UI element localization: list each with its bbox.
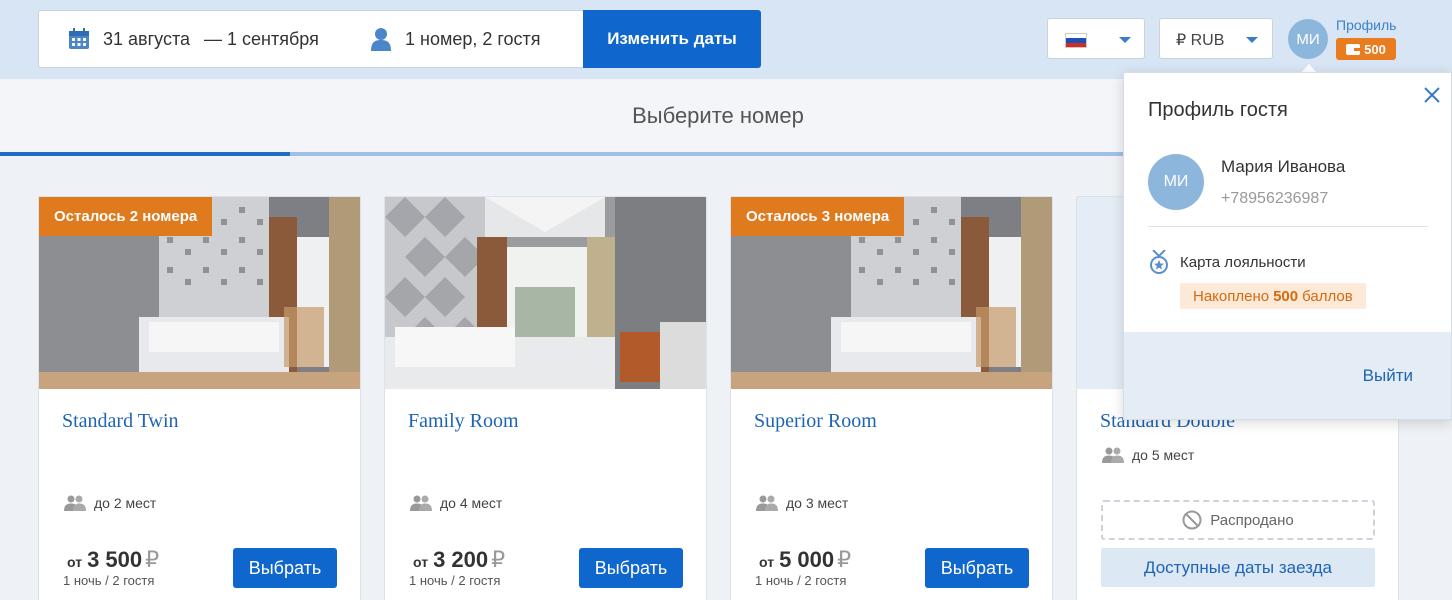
close-icon[interactable] bbox=[1422, 85, 1442, 105]
price-amount: 3 200 bbox=[433, 547, 489, 572]
guests-label: 1 номер, 2 гостя bbox=[405, 28, 541, 49]
user-avatar[interactable]: МИ bbox=[1288, 19, 1328, 59]
room-price: от 5 000 ₽ bbox=[759, 547, 851, 573]
room-capacity: до 4 мест bbox=[410, 495, 502, 511]
ruble-sign: ₽ bbox=[491, 547, 506, 572]
guest-name: Мария Иванова bbox=[1221, 157, 1346, 176]
price-amount: 3 500 bbox=[87, 547, 143, 572]
user-icon bbox=[371, 28, 391, 51]
nights-guests-label: 1 ночь / 2 гостя bbox=[63, 573, 155, 588]
check-in-date: 31 августа bbox=[103, 28, 191, 49]
wallet-icon bbox=[1346, 44, 1361, 55]
room-price: от 3 500 ₽ bbox=[67, 547, 159, 573]
people-icon bbox=[64, 495, 86, 511]
room-name[interactable]: Standard Twin bbox=[62, 410, 179, 433]
room-name[interactable]: Family Room bbox=[408, 410, 519, 433]
chevron-down-icon bbox=[1119, 37, 1131, 43]
room-photo[interactable]: Осталось 3 номера bbox=[731, 197, 1052, 389]
ruble-sign: ₽ bbox=[145, 547, 160, 572]
popup-footer: Выйти bbox=[1124, 332, 1451, 419]
capacity-label: до 5 мест bbox=[1132, 447, 1195, 463]
room-price: от 3 200 ₽ bbox=[413, 547, 505, 573]
people-icon bbox=[1102, 447, 1124, 463]
select-room-button[interactable]: Выбрать bbox=[233, 548, 337, 588]
prohibited-icon bbox=[1182, 510, 1202, 530]
price-from-label: от bbox=[67, 554, 83, 570]
room-capacity: до 2 мест bbox=[64, 495, 156, 511]
sold-out-label: Распродано bbox=[1210, 511, 1294, 529]
change-dates-button[interactable]: Изменить даты bbox=[583, 10, 761, 68]
select-room-button[interactable]: Выбрать bbox=[925, 548, 1029, 588]
accumulated-suffix: баллов bbox=[1302, 287, 1353, 305]
select-room-button[interactable]: Выбрать bbox=[579, 548, 683, 588]
room-capacity: до 5 мест bbox=[1102, 447, 1194, 463]
guests-selector[interactable]: 1 номер, 2 гостя bbox=[371, 11, 541, 67]
sold-out-status: Распродано bbox=[1101, 500, 1375, 540]
accumulated-points-badge: Накоплено 500 баллов bbox=[1180, 283, 1366, 309]
price-from-label: от bbox=[759, 554, 775, 570]
logout-link[interactable]: Выйти bbox=[1363, 366, 1413, 386]
room-card-standard-twin: Осталось 2 номера Standard Twin до 2 мес… bbox=[38, 196, 361, 600]
guest-phone: +78956236987 bbox=[1221, 190, 1329, 207]
medal-icon bbox=[1150, 250, 1168, 274]
capacity-label: до 4 мест bbox=[440, 495, 503, 511]
accumulated-points: 500 bbox=[1273, 287, 1299, 305]
points-value: 500 bbox=[1364, 41, 1386, 57]
points-badge[interactable]: 500 bbox=[1336, 38, 1396, 60]
language-select[interactable] bbox=[1047, 18, 1145, 59]
loyalty-label: Карта лояльности bbox=[1180, 253, 1306, 271]
available-dates-button[interactable]: Доступные даты заезда bbox=[1101, 548, 1375, 587]
top-bar: 31 августа — 1 сентября 1 номер, 2 гостя… bbox=[0, 0, 1452, 79]
rooms-left-badge: Осталось 3 номера bbox=[731, 197, 905, 236]
room-name[interactable]: Superior Room bbox=[754, 410, 877, 433]
capacity-label: до 3 мест bbox=[786, 495, 849, 511]
room-photo[interactable] bbox=[385, 197, 706, 389]
chevron-down-icon bbox=[1246, 37, 1258, 43]
room-capacity: до 3 мест bbox=[756, 495, 848, 511]
currency-label: ₽ RUB bbox=[1176, 32, 1225, 49]
room-card-superior-room: Осталось 3 номера Superior Room до 3 мес… bbox=[730, 196, 1053, 600]
room-photo[interactable]: Осталось 2 номера bbox=[39, 197, 360, 389]
people-icon bbox=[410, 495, 432, 511]
popup-title: Профиль гостя bbox=[1148, 99, 1288, 121]
date-range-selector[interactable]: 31 августа — 1 сентября bbox=[67, 11, 319, 67]
guest-profile-popup: Профиль гостя МИ Мария Иванова +78956236… bbox=[1123, 72, 1452, 420]
nights-guests-label: 1 ночь / 2 гостя bbox=[755, 573, 847, 588]
room-card-family-room: Family Room до 4 мест от 3 200 ₽ 1 ночь … bbox=[384, 196, 707, 600]
accumulated-prefix: Накоплено bbox=[1193, 287, 1270, 305]
loyalty-card-row: Карта лояльности bbox=[1148, 250, 1306, 274]
avatar: МИ bbox=[1148, 154, 1204, 210]
booking-search-box: 31 августа — 1 сентября 1 номер, 2 гостя… bbox=[38, 10, 761, 68]
capacity-label: до 2 мест bbox=[94, 495, 157, 511]
step-progress-fill bbox=[0, 152, 291, 156]
divider bbox=[1148, 226, 1428, 227]
currency-select[interactable]: ₽ RUB bbox=[1159, 18, 1273, 59]
people-icon bbox=[756, 495, 778, 511]
russia-flag-icon bbox=[1065, 33, 1087, 48]
profile-link[interactable]: Профиль bbox=[1336, 17, 1396, 33]
rooms-left-badge: Осталось 2 номера bbox=[39, 197, 213, 236]
nights-guests-label: 1 ночь / 2 гостя bbox=[409, 573, 501, 588]
ruble-sign: ₽ bbox=[837, 547, 852, 572]
check-out-date: — 1 сентября bbox=[204, 28, 319, 49]
price-amount: 5 000 bbox=[779, 547, 835, 572]
price-from-label: от bbox=[413, 554, 429, 570]
calendar-icon bbox=[69, 28, 89, 49]
